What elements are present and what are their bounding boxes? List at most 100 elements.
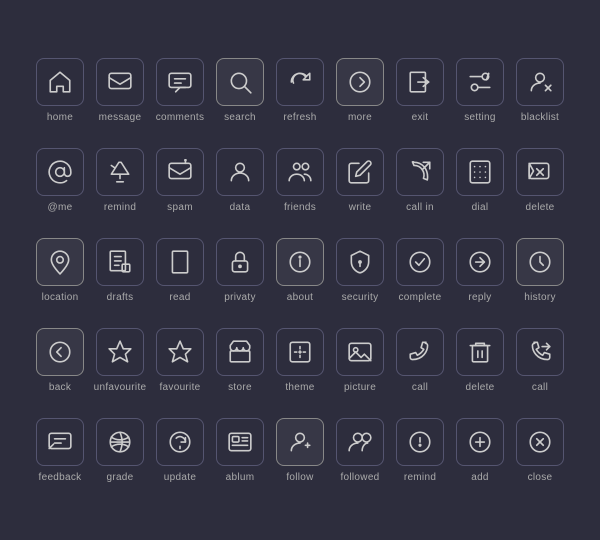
ablum-icon (216, 418, 264, 466)
spam-label: spam (167, 202, 193, 213)
icon-cell-favourite[interactable]: favourite (150, 315, 210, 405)
complete-icon (396, 238, 444, 286)
icon-grid: home message comments search refresh moreexit… (20, 35, 580, 505)
blacklist-label: blacklist (521, 112, 559, 123)
icon-cell-followed[interactable]: followed (330, 405, 390, 495)
add-label: add (471, 472, 489, 483)
complete-label: complete (399, 292, 442, 303)
call-icon (396, 328, 444, 376)
icon-cell-more[interactable]: more (330, 45, 390, 135)
at-me-label: @me (48, 202, 73, 213)
icon-cell-delete[interactable]: delete (510, 135, 570, 225)
spam-icon (156, 148, 204, 196)
security-label: security (342, 292, 379, 303)
icon-cell-back[interactable]: back (30, 315, 90, 405)
data-label: data (230, 202, 251, 213)
store-icon (216, 328, 264, 376)
icon-cell-add[interactable]: add (450, 405, 510, 495)
icon-cell-ablum[interactable]: ablum (210, 405, 270, 495)
icon-cell-store[interactable]: store (210, 315, 270, 405)
comments-label: comments (156, 112, 205, 123)
icon-cell-theme[interactable]: theme (270, 315, 330, 405)
icon-cell-remind2[interactable]: remind (390, 405, 450, 495)
at-me-icon (36, 148, 84, 196)
picture-label: picture (344, 382, 376, 393)
home-label: home (47, 112, 73, 123)
icon-cell-at-me[interactable]: @me (30, 135, 90, 225)
icon-cell-call-in[interactable]: call in (390, 135, 450, 225)
favourite-label: favourite (159, 382, 200, 393)
more-icon (336, 58, 384, 106)
icon-cell-privacy[interactable]: privaty (210, 225, 270, 315)
setting-label: setting (464, 112, 496, 123)
icon-cell-delete-trash[interactable]: delete (450, 315, 510, 405)
icon-cell-exit[interactable]: exit (390, 45, 450, 135)
icon-cell-complete[interactable]: complete (390, 225, 450, 315)
icon-cell-read[interactable]: read (150, 225, 210, 315)
icon-cell-write[interactable]: write (330, 135, 390, 225)
icon-cell-home[interactable]: home (30, 45, 90, 135)
add-icon (456, 418, 504, 466)
icon-cell-location[interactable]: location (30, 225, 90, 315)
grade-label: grade (106, 472, 133, 483)
location-label: location (42, 292, 79, 303)
message-icon (96, 58, 144, 106)
history-icon (516, 238, 564, 286)
icon-cell-blacklist[interactable]: blacklist (510, 45, 570, 135)
grade-icon (96, 418, 144, 466)
icon-cell-comments[interactable]: comments (150, 45, 210, 135)
security-icon (336, 238, 384, 286)
remind2-label: remind (404, 472, 436, 483)
icon-cell-unfavourite[interactable]: unfavourite (90, 315, 150, 405)
icon-cell-close[interactable]: close (510, 405, 570, 495)
setting-icon (456, 58, 504, 106)
icon-cell-update[interactable]: update (150, 405, 210, 495)
icon-cell-follow[interactable]: follow (270, 405, 330, 495)
icon-cell-refresh[interactable]: refresh (270, 45, 330, 135)
unfavourite-label: unfavourite (94, 382, 147, 393)
theme-label: theme (285, 382, 314, 393)
icon-cell-feedback[interactable]: feedback (30, 405, 90, 495)
icon-cell-search[interactable]: search (210, 45, 270, 135)
blacklist-icon (516, 58, 564, 106)
icon-cell-about[interactable]: about (270, 225, 330, 315)
dial-icon (456, 148, 504, 196)
picture-icon (336, 328, 384, 376)
refresh-label: refresh (283, 112, 316, 123)
icon-cell-grade[interactable]: grade (90, 405, 150, 495)
icon-cell-remind[interactable]: remind (90, 135, 150, 225)
icon-cell-spam[interactable]: spam (150, 135, 210, 225)
drafts-label: drafts (107, 292, 134, 303)
icon-cell-security[interactable]: security (330, 225, 390, 315)
icon-cell-reply[interactable]: reply (450, 225, 510, 315)
comments-icon (156, 58, 204, 106)
icon-cell-data[interactable]: data (210, 135, 270, 225)
unfavourite-icon (96, 328, 144, 376)
theme-icon (276, 328, 324, 376)
icon-cell-history[interactable]: history (510, 225, 570, 315)
read-icon (156, 238, 204, 286)
icon-cell-setting[interactable]: setting (450, 45, 510, 135)
exit-icon (396, 58, 444, 106)
close-label: close (528, 472, 553, 483)
back-icon (36, 328, 84, 376)
dial-label: dial (472, 202, 489, 213)
icon-cell-call-forward[interactable]: call (510, 315, 570, 405)
delete-trash-icon (456, 328, 504, 376)
icon-cell-friends[interactable]: friends (270, 135, 330, 225)
store-label: store (228, 382, 252, 393)
update-icon (156, 418, 204, 466)
icon-cell-drafts[interactable]: drafts (90, 225, 150, 315)
icon-cell-message[interactable]: message (90, 45, 150, 135)
data-icon (216, 148, 264, 196)
call-in-label: call in (406, 202, 434, 213)
location-icon (36, 238, 84, 286)
privacy-label: privaty (224, 292, 256, 303)
call-label: call (412, 382, 428, 393)
search-label: search (224, 112, 256, 123)
icon-cell-dial[interactable]: dial (450, 135, 510, 225)
icon-cell-picture[interactable]: picture (330, 315, 390, 405)
icon-cell-call[interactable]: call (390, 315, 450, 405)
close-icon (516, 418, 564, 466)
update-label: update (164, 472, 196, 483)
